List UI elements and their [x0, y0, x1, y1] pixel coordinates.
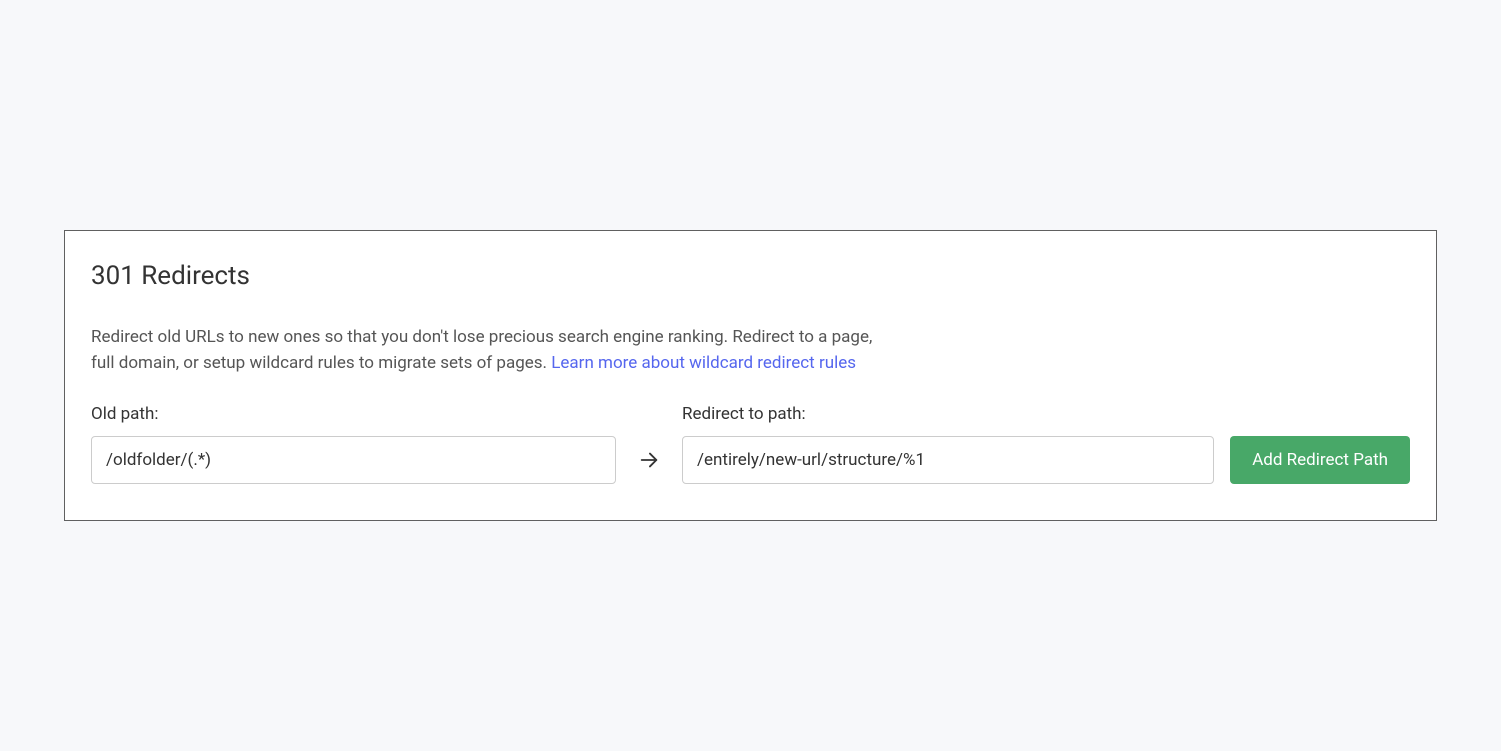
arrow-right-icon	[638, 449, 660, 471]
old-path-field-group: Old path:	[91, 404, 616, 484]
card-description: Redirect old URLs to new ones so that yo…	[91, 325, 891, 377]
arrow-divider	[632, 436, 666, 484]
redirect-form-row: Old path: Redirect to path: Add Redirect…	[91, 404, 1410, 484]
card-title: 301 Redirects	[91, 261, 1410, 291]
old-path-label: Old path:	[91, 404, 616, 424]
learn-more-link[interactable]: Learn more about wildcard redirect rules	[551, 353, 856, 373]
redirects-card: 301 Redirects Redirect old URLs to new o…	[64, 230, 1437, 522]
new-path-field-group: Redirect to path:	[682, 404, 1214, 484]
new-path-label: Redirect to path:	[682, 404, 1214, 424]
new-path-input[interactable]	[682, 436, 1214, 484]
old-path-input[interactable]	[91, 436, 616, 484]
add-redirect-button[interactable]: Add Redirect Path	[1230, 436, 1410, 484]
